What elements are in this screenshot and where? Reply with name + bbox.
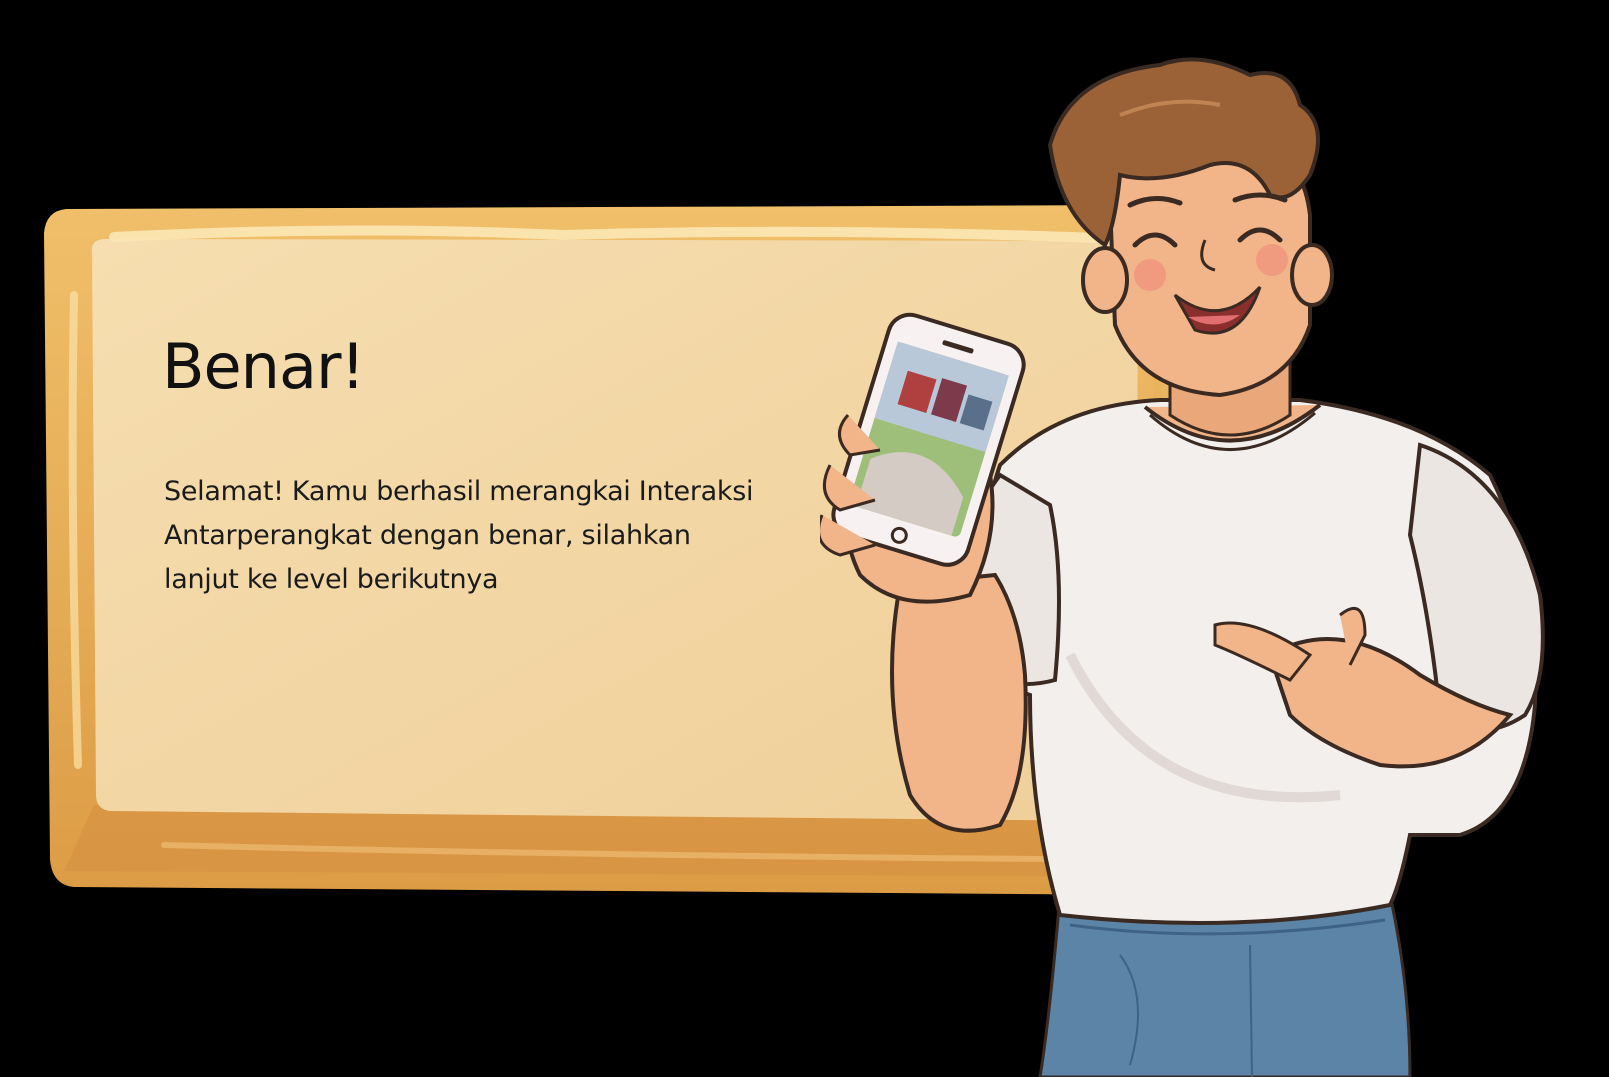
- result-screen: Benar! Selamat! Kamu berhasil merangkai …: [0, 0, 1609, 1077]
- result-title: Benar!: [162, 330, 365, 403]
- smiling-man-holding-phone-pointing-icon: [820, 57, 1545, 1077]
- result-message: Selamat! Kamu berhasil merangkai Interak…: [164, 476, 754, 595]
